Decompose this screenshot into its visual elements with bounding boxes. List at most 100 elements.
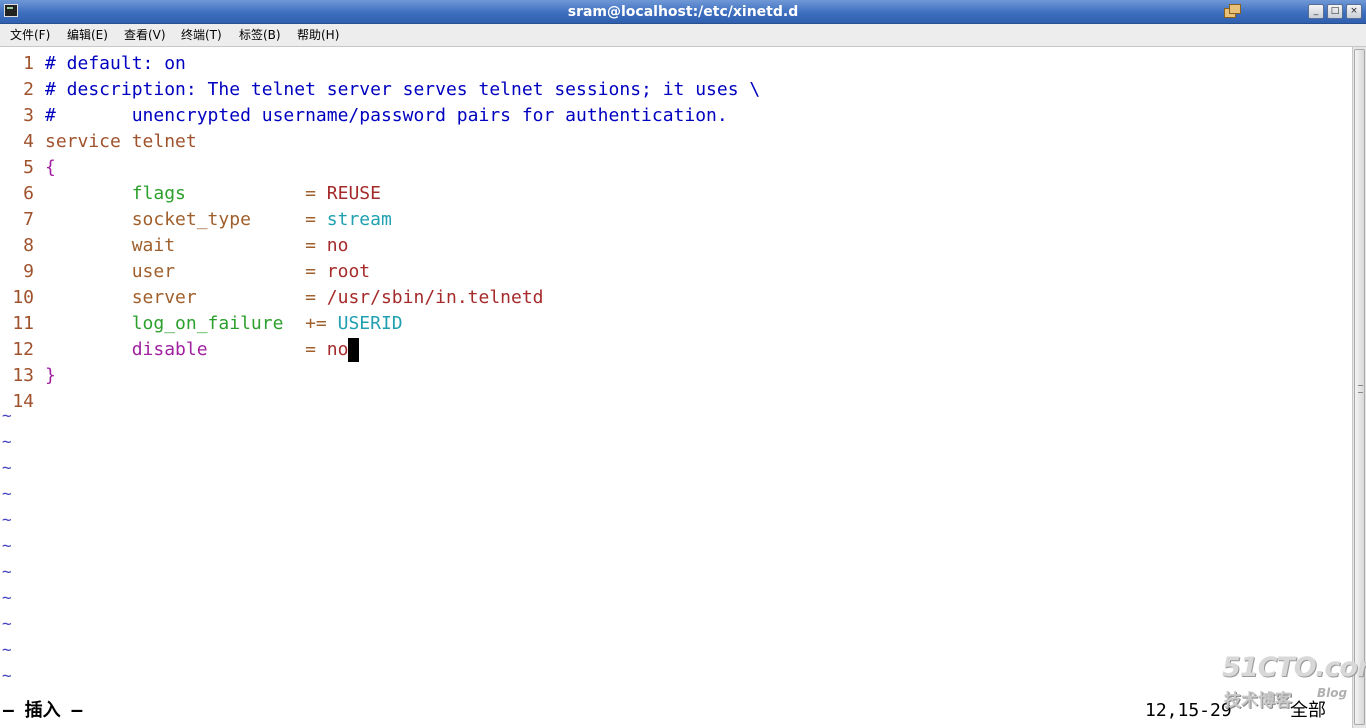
code-token: no bbox=[326, 339, 349, 360]
maximize-button[interactable]: □ bbox=[1327, 4, 1343, 19]
line-code: { bbox=[45, 155, 56, 181]
vim-mode-indicator: — 插入 — bbox=[3, 700, 83, 721]
code-token: = bbox=[305, 287, 327, 308]
line-code: } bbox=[45, 363, 56, 389]
watermark-blog-text: Blog bbox=[1317, 686, 1348, 700]
editor-line: 1 # default: on bbox=[0, 51, 1340, 77]
code-token: # unencrypted username/password pairs fo… bbox=[45, 105, 728, 126]
editor-line: 5{ bbox=[0, 155, 1340, 181]
code-token: USERID bbox=[337, 313, 403, 334]
code-token: { bbox=[45, 157, 56, 178]
line-code: socket_type = stream bbox=[45, 207, 392, 233]
editor-line: 10 server = /usr/sbin/in.telnetd bbox=[0, 285, 1340, 311]
code-token: user bbox=[45, 261, 306, 282]
code-token: REUSE bbox=[326, 183, 381, 204]
line-code: # default: on bbox=[45, 51, 186, 77]
code-token: telnet bbox=[131, 131, 197, 152]
window-stack-icon[interactable] bbox=[1224, 4, 1246, 22]
code-token: server bbox=[45, 287, 306, 308]
code-token: root bbox=[326, 261, 371, 282]
editor-line: 4 service telnet bbox=[0, 129, 1340, 155]
menu-edit[interactable]: 编辑(E) bbox=[67, 28, 108, 43]
empty-line-tilde: ~ bbox=[2, 536, 12, 555]
empty-line-tilde: ~ bbox=[2, 562, 12, 581]
code-token: += bbox=[305, 313, 338, 334]
code-token: = bbox=[305, 183, 327, 204]
menu-view[interactable]: 查看(V) bbox=[124, 28, 166, 43]
code-token: flags bbox=[45, 183, 306, 204]
code-token: } bbox=[45, 365, 56, 386]
title-bar[interactable]: sram@localhost:/etc/xinetd.d _ □ × bbox=[0, 0, 1366, 24]
code-token: = bbox=[305, 261, 327, 282]
menu-bar: 文件(F) 编辑(E) 查看(V) 终端(T) 标签(B) 帮助(H) bbox=[0, 24, 1366, 47]
cursor-position: 12,15-29 bbox=[1145, 700, 1232, 721]
code-token: wait bbox=[45, 235, 306, 256]
code-token: no bbox=[326, 235, 349, 256]
empty-line-tilde: ~ bbox=[2, 510, 12, 529]
line-number: 10 bbox=[12, 287, 34, 308]
line-code: service telnet bbox=[45, 129, 197, 155]
menu-terminal[interactable]: 终端(T) bbox=[181, 28, 222, 43]
watermark-logo: 51CTO.com 技术博客 Blog bbox=[1222, 652, 1366, 712]
line-code: user = root bbox=[45, 259, 370, 285]
line-number: 5 bbox=[23, 157, 34, 178]
code-token: stream bbox=[326, 209, 392, 230]
line-number: 4 bbox=[23, 131, 34, 152]
editor-line: 2 # description: The telnet server serves… bbox=[0, 77, 1340, 103]
watermark-sub-text: 技术博客 bbox=[1224, 691, 1292, 711]
empty-line-tilde: ~ bbox=[2, 406, 12, 425]
line-number: 8 bbox=[23, 235, 34, 256]
line-number: 13 bbox=[12, 365, 34, 386]
empty-line-tilde: ~ bbox=[2, 432, 12, 451]
code-token: socket_type bbox=[45, 209, 306, 230]
line-number: 6 bbox=[23, 183, 34, 204]
empty-line-tilde: ~ bbox=[2, 588, 12, 607]
minimize-button[interactable]: _ bbox=[1308, 4, 1324, 19]
menu-help[interactable]: 帮助(H) bbox=[297, 28, 339, 43]
line-code: disable = no bbox=[45, 337, 360, 363]
line-number: 1 bbox=[23, 53, 34, 74]
code-token: = bbox=[305, 235, 327, 256]
line-code: server = /usr/sbin/in.telnetd bbox=[45, 285, 544, 311]
terminal-window: sram@localhost:/etc/xinetd.d _ □ × 文件(F)… bbox=[0, 0, 1366, 728]
code-token: disable bbox=[45, 339, 306, 360]
editor-line: 12 disable = no bbox=[0, 337, 1340, 363]
line-number: 2 bbox=[23, 79, 34, 100]
vertical-scrollbar[interactable] bbox=[1352, 47, 1366, 728]
code-token: = bbox=[305, 209, 327, 230]
empty-line-tilde: ~ bbox=[2, 484, 12, 503]
editor-line: 3 # unencrypted username/password pairs f… bbox=[0, 103, 1340, 129]
scrollbar-thumb[interactable] bbox=[1354, 49, 1365, 725]
line-number: 3 bbox=[23, 105, 34, 126]
empty-line-tilde: ~ bbox=[2, 458, 12, 477]
empty-line-tilde: ~ bbox=[2, 614, 12, 633]
line-code: # description: The telnet server serves … bbox=[45, 77, 760, 103]
editor-line: 6 flags = REUSE bbox=[0, 181, 1340, 207]
text-cursor bbox=[348, 338, 360, 362]
line-number: 12 bbox=[12, 339, 34, 360]
line-code: # unencrypted username/password pairs fo… bbox=[45, 103, 728, 129]
editor-line: 8 wait = no bbox=[0, 233, 1340, 259]
editor-line: 7 socket_type = stream bbox=[0, 207, 1340, 233]
terminal-content[interactable]: 1 # default: on 2 # description: The telnet… bbox=[0, 47, 1352, 728]
editor-line: 13} bbox=[0, 363, 1340, 389]
editor-line: 14 bbox=[0, 389, 1340, 415]
line-code: log_on_failure += USERID bbox=[45, 311, 403, 337]
scrollbar-grip-icon bbox=[1358, 385, 1363, 393]
window-title: sram@localhost:/etc/xinetd.d bbox=[567, 4, 799, 20]
code-token: # description: The telnet server serves … bbox=[45, 79, 761, 100]
code-token: service bbox=[45, 131, 132, 152]
empty-line-tilde: ~ bbox=[2, 640, 12, 659]
menu-tabs[interactable]: 标签(B) bbox=[239, 28, 281, 43]
editor-line: 9 user = root bbox=[0, 259, 1340, 285]
line-code: flags = REUSE bbox=[45, 181, 381, 207]
close-button[interactable]: × bbox=[1346, 4, 1362, 19]
menu-file[interactable]: 文件(F) bbox=[10, 28, 50, 43]
code-token: # default: on bbox=[45, 53, 186, 74]
empty-line-tilde: ~ bbox=[2, 666, 12, 685]
line-number: 7 bbox=[23, 209, 34, 230]
line-code: wait = no bbox=[45, 233, 349, 259]
line-number: 11 bbox=[12, 313, 34, 334]
line-number: 9 bbox=[23, 261, 34, 282]
editor-line: 11 log_on_failure += USERID bbox=[0, 311, 1340, 337]
